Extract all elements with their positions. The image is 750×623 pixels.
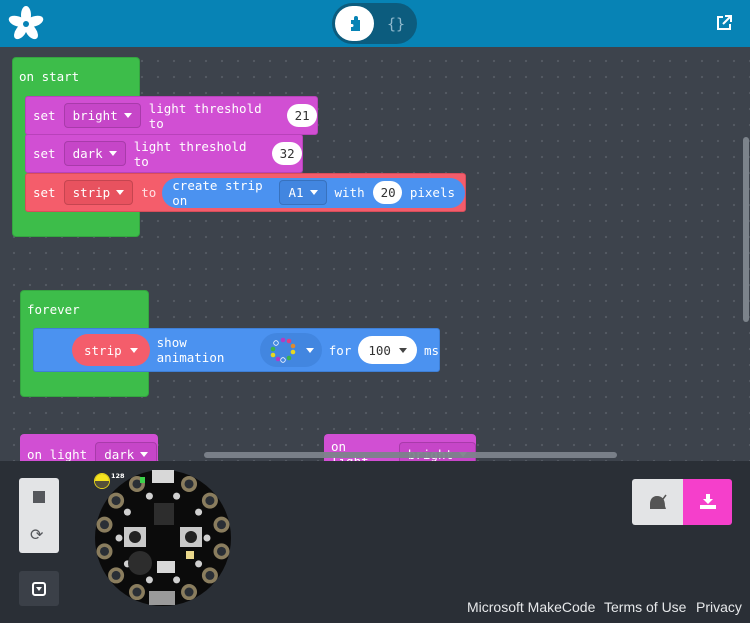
neopixel-led xyxy=(195,508,203,516)
javascript-label: {} xyxy=(386,14,406,33)
neopixel-led xyxy=(173,576,181,584)
microsoft-makecode-link[interactable]: Microsoft MakeCode xyxy=(467,599,595,615)
adafruit-flower-logo[interactable] xyxy=(8,5,44,41)
horizontal-scrollbar[interactable] xyxy=(204,452,617,458)
collapse-simulator-button[interactable] xyxy=(19,571,59,606)
javascript-editor-button[interactable]: {} xyxy=(378,6,414,41)
set-keyword: set xyxy=(33,146,56,161)
show-animation-block[interactable]: strip show animation for 100 ms xyxy=(33,328,440,372)
chevron-down-icon xyxy=(309,190,318,195)
board-pin-hole xyxy=(100,520,110,530)
terms-of-use-link[interactable]: Terms of Use xyxy=(604,599,686,615)
restart-icon[interactable]: ⟳ xyxy=(30,525,43,544)
forever-label: forever xyxy=(27,302,80,317)
with-text: with xyxy=(334,185,365,200)
animation-dropdown[interactable] xyxy=(259,333,322,367)
neopixel-led xyxy=(203,534,211,542)
neopixel-led xyxy=(145,492,153,500)
chevron-down-icon xyxy=(123,113,132,118)
bright-threshold-input[interactable]: 21 xyxy=(286,104,317,127)
circuit-playground-board[interactable] xyxy=(94,469,232,607)
threshold-text: light threshold to xyxy=(133,138,247,169)
dropdown-value: bright xyxy=(72,108,118,123)
board-pin-hole xyxy=(100,546,110,556)
set-dark-threshold-block[interactable]: set dark light threshold to 32 xyxy=(25,134,303,173)
create-strip-text: create strip on xyxy=(172,177,263,208)
dropdown-value: A1 xyxy=(288,185,304,200)
strip-variable-reporter[interactable]: strip xyxy=(72,334,150,366)
board-pin-hole xyxy=(184,587,194,597)
neopixel-led xyxy=(123,508,131,516)
chevron-down-icon xyxy=(140,451,149,457)
set-keyword: set xyxy=(33,185,56,200)
board-pin-hole xyxy=(216,546,226,556)
snail-icon xyxy=(649,494,667,509)
vertical-scrollbar[interactable] xyxy=(743,137,749,322)
for-text: for xyxy=(328,342,352,358)
stop-icon[interactable] xyxy=(33,491,45,503)
dropdown-value: dark xyxy=(104,446,135,462)
dark-dropdown[interactable]: dark xyxy=(63,141,126,166)
variable-name: strip xyxy=(84,342,122,358)
external-link-icon[interactable] xyxy=(715,14,733,32)
to-keyword: to xyxy=(141,185,157,200)
board-pin-hole xyxy=(111,570,121,580)
puzzle-icon xyxy=(350,15,360,31)
light-condition-dropdown[interactable]: dark xyxy=(95,441,158,462)
download-icon xyxy=(699,494,716,509)
board-pin-hole xyxy=(111,496,121,506)
slow-mode-button[interactable] xyxy=(632,479,683,525)
neopixel-led xyxy=(173,492,181,500)
set-keyword: set xyxy=(33,108,56,123)
chevron-down-icon xyxy=(129,347,138,353)
board-pin-hole xyxy=(216,520,226,530)
duration-dropdown[interactable]: 100 xyxy=(358,336,417,364)
on-light-dark-block[interactable]: on light dark xyxy=(20,434,158,461)
board-pin-hole xyxy=(205,496,215,506)
bright-dropdown[interactable]: bright xyxy=(63,103,141,128)
dropdown-value: strip xyxy=(72,185,111,200)
board-pin-hole xyxy=(184,479,194,489)
privacy-link[interactable]: Privacy xyxy=(696,599,742,615)
chevron-down-icon xyxy=(305,347,314,353)
editor-toggle: {} xyxy=(332,3,417,44)
ms-text: ms xyxy=(423,342,439,358)
dark-threshold-input[interactable]: 32 xyxy=(271,142,302,165)
board-pin-hole xyxy=(205,570,215,580)
set-strip-block[interactable]: set strip to create strip on A1 with 20 … xyxy=(25,173,466,212)
simulator-controls: ⟳ xyxy=(19,478,59,553)
blocks-editor-button[interactable] xyxy=(335,6,374,41)
collapse-icon xyxy=(32,581,46,596)
neopixel-led xyxy=(195,560,203,568)
create-strip-block[interactable]: create strip on A1 with 20 pixels xyxy=(162,177,465,208)
on-light-label: on light xyxy=(27,446,88,462)
pixel-count-input[interactable]: 20 xyxy=(372,181,402,204)
duration-value: 100 xyxy=(368,342,391,358)
chevron-down-icon xyxy=(116,190,125,195)
light-level-value: 128 xyxy=(111,472,125,480)
simulator-panel: ⟳ 128 Microsoft MakeCode Terms of Use Pr… xyxy=(0,461,750,623)
light-level-indicator[interactable] xyxy=(94,473,110,489)
chevron-down-icon xyxy=(398,347,407,353)
set-bright-threshold-block[interactable]: set bright light threshold to 21 xyxy=(25,96,318,135)
rainbow-ring-icon xyxy=(270,337,296,363)
neopixel-led xyxy=(115,534,123,542)
pixels-text: pixels xyxy=(409,185,455,200)
on-start-label: on start xyxy=(19,69,80,84)
chevron-down-icon xyxy=(108,151,117,156)
dropdown-value: dark xyxy=(72,146,103,161)
neopixel-led xyxy=(145,576,153,584)
top-header: {} xyxy=(0,0,750,47)
threshold-text: light threshold to xyxy=(148,100,262,131)
download-button[interactable] xyxy=(683,479,732,525)
show-animation-text: show animation xyxy=(156,335,225,365)
board-pin-hole xyxy=(132,587,142,597)
blocks-workspace[interactable]: on start set bright light threshold to 2… xyxy=(0,47,750,461)
pin-dropdown[interactable]: A1 xyxy=(279,180,327,205)
strip-variable-dropdown[interactable]: strip xyxy=(63,180,134,205)
